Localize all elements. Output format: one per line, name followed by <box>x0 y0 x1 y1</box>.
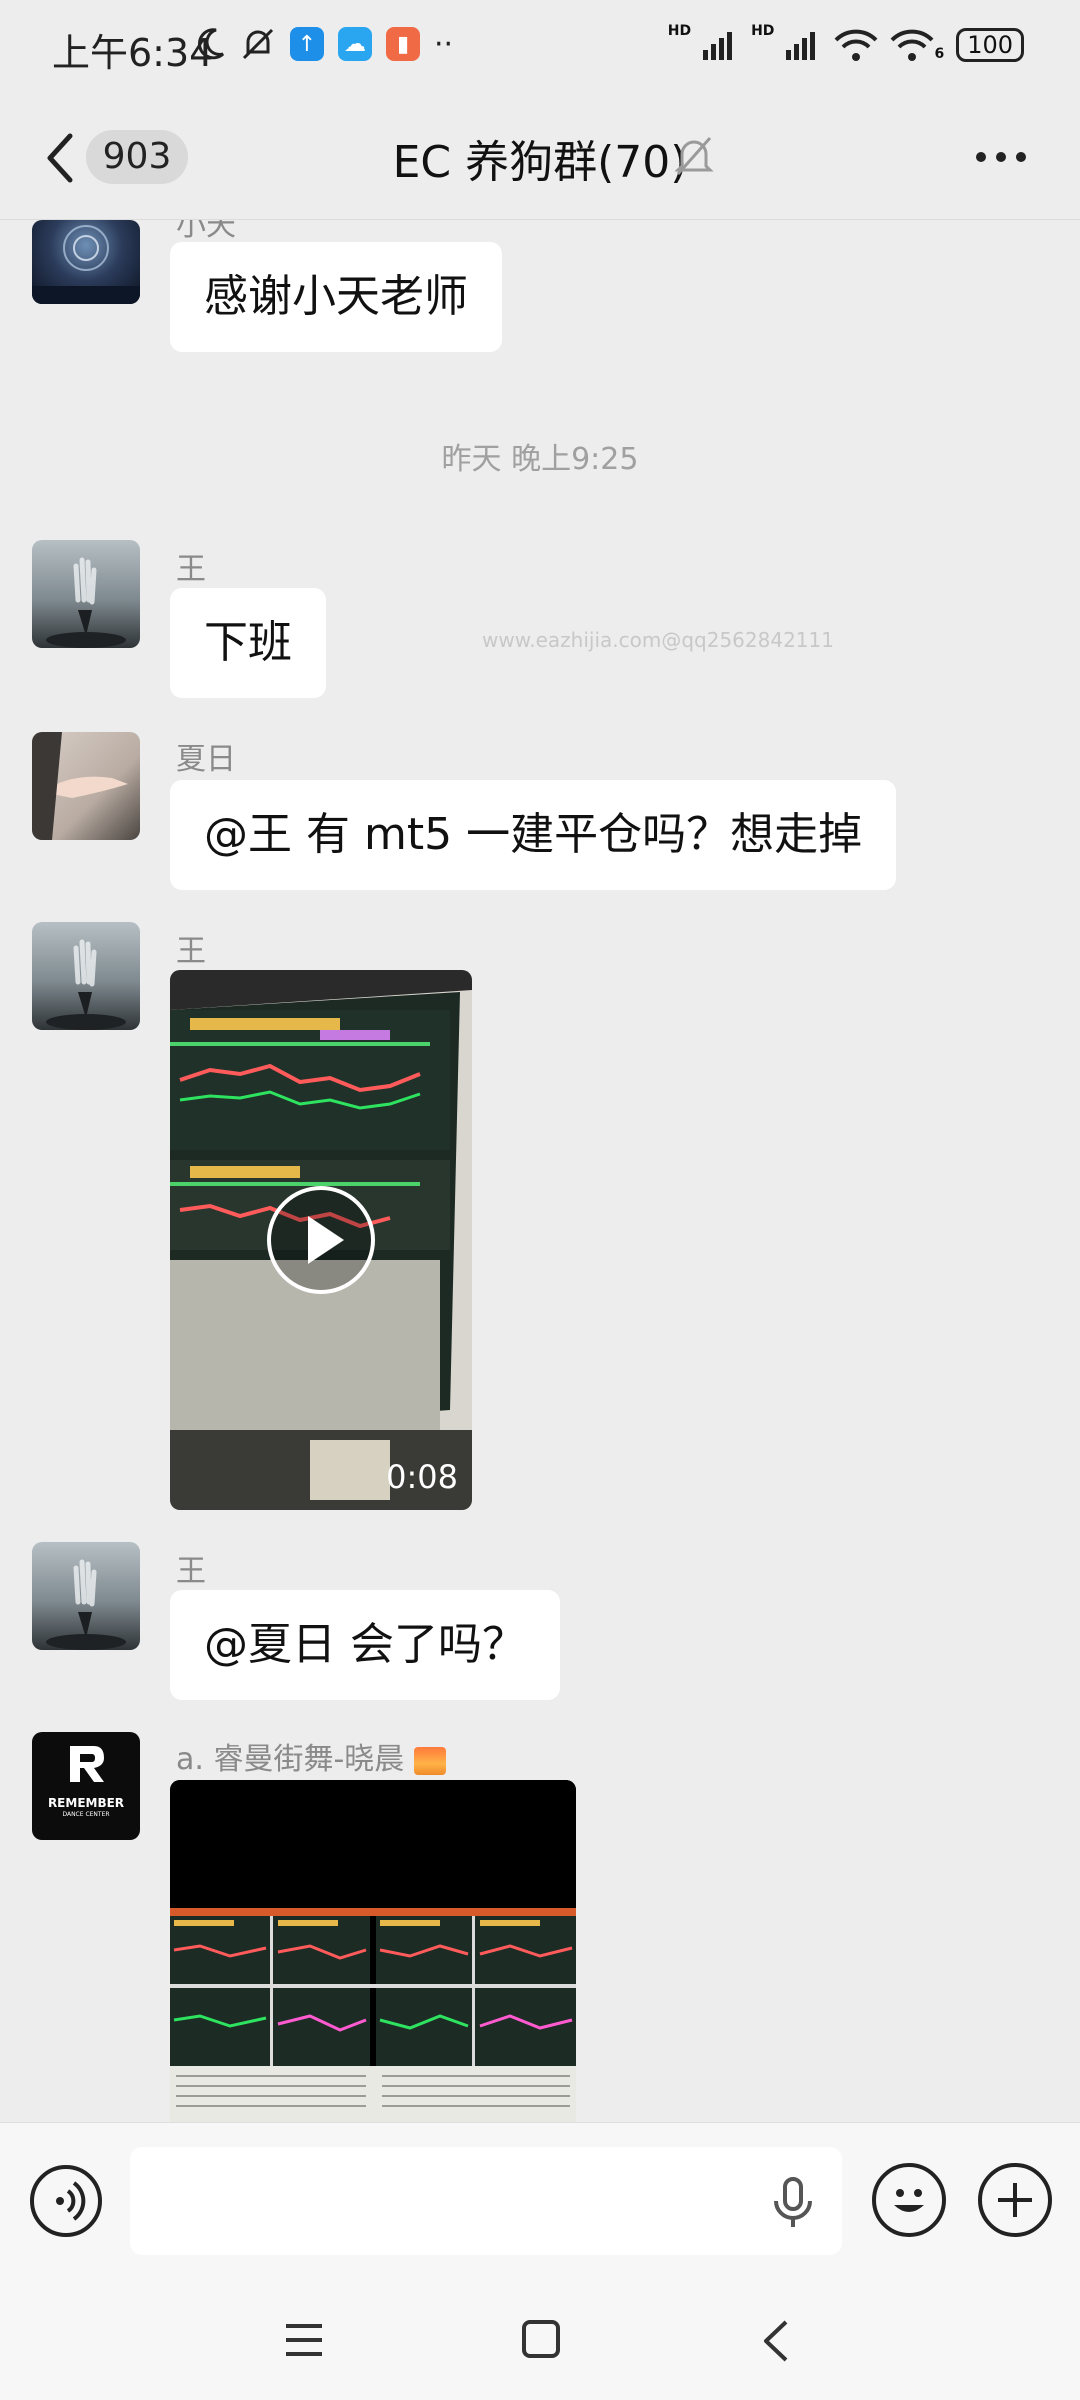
more-notifications-icon: ·· <box>434 26 454 62</box>
menu-icon[interactable] <box>284 2322 324 2358</box>
home-icon[interactable] <box>522 2320 560 2358</box>
image-message[interactable] <box>170 1780 576 2122</box>
more-icon[interactable] <box>976 152 1026 162</box>
message-bubble[interactable]: 下班 <box>170 588 326 698</box>
wifi-icon <box>835 29 878 61</box>
sender-name-text: a. 睿曼街舞-晓晨 <box>176 1742 405 1777</box>
moon-icon <box>197 28 225 60</box>
status-right-icons: HD HD 6 100 <box>668 23 1024 62</box>
sender-name: 小天 <box>176 220 236 243</box>
status-time: 上午6:34 <box>52 31 214 75</box>
sender-name: 王 <box>176 934 206 969</box>
avatar-brand-subtext: DANCE CENTER <box>62 1811 110 1818</box>
sender-name: 王 <box>176 552 206 587</box>
avatar[interactable] <box>32 220 140 304</box>
mic-icon[interactable] <box>770 2175 816 2231</box>
avatar-brand-text: REMEMBER <box>47 1796 125 1810</box>
sender-name: 夏日 <box>176 742 236 777</box>
avatar[interactable] <box>32 922 140 1030</box>
battery-indicator: 100 <box>956 28 1024 62</box>
chat-title[interactable]: EC 养狗群(70) <box>0 126 1080 190</box>
signal-hd-label-1: HD <box>667 23 692 39</box>
message-input[interactable] <box>130 2147 842 2255</box>
message-bubble[interactable]: @王 有 mt5 一建平仓吗？想走掉 <box>170 780 897 890</box>
message-bubble[interactable]: @夏日 会了吗？ <box>170 1590 560 1700</box>
wifi-6-icon: 6 <box>890 28 944 62</box>
status-notification-icons: ↑ ☁ ▮ ·· <box>196 26 453 62</box>
mute-notification-icon <box>242 28 274 60</box>
sender-name: 王 <box>176 1554 206 1589</box>
signal-icon <box>786 32 816 60</box>
video-duration: 0:08 <box>386 1458 458 1496</box>
avatar[interactable]: REMEMBER DANCE CENTER <box>32 1732 140 1840</box>
input-bar <box>0 2122 1080 2280</box>
chat-header: 903 EC 养狗群(70) <box>0 96 1080 220</box>
message-timestamp: 昨天 晚上9:25 <box>441 442 639 477</box>
avatar[interactable] <box>32 1542 140 1650</box>
video-message[interactable]: 0:08 <box>170 970 472 1510</box>
voice-icon[interactable] <box>30 2165 102 2237</box>
signal-hd-label-2: HD <box>751 23 775 39</box>
app-upload-icon: ↑ <box>290 27 324 61</box>
emoji-icon[interactable] <box>872 2163 946 2237</box>
sunrise-emoji-icon <box>413 1746 446 1775</box>
plus-icon[interactable] <box>978 2163 1052 2237</box>
system-nav-bar <box>0 2280 1080 2400</box>
nav-back-icon[interactable] <box>758 2318 794 2364</box>
avatar[interactable] <box>32 732 140 840</box>
watermark: www.eazhijia.com@qq2562842111 <box>482 628 834 652</box>
message-bubble[interactable]: 感谢小天老师 <box>170 242 502 352</box>
message-list[interactable]: 小天 感谢小天老师 昨天 晚上9:25 王 下班 www.eazhijia.co… <box>0 220 1080 2122</box>
signal-icon <box>703 32 733 60</box>
app-weather-icon: ☁ <box>338 27 372 61</box>
status-bar: 上午6:34 ↑ ☁ ▮ ·· HD HD 6 100 <box>0 0 1080 96</box>
bell-muted-icon <box>674 137 714 175</box>
wifi-6-label: 6 <box>934 46 945 62</box>
avatar[interactable] <box>32 540 140 648</box>
sender-name: a. 睿曼街舞-晓晨 <box>176 1734 446 1778</box>
app-shop-icon: ▮ <box>386 27 420 61</box>
